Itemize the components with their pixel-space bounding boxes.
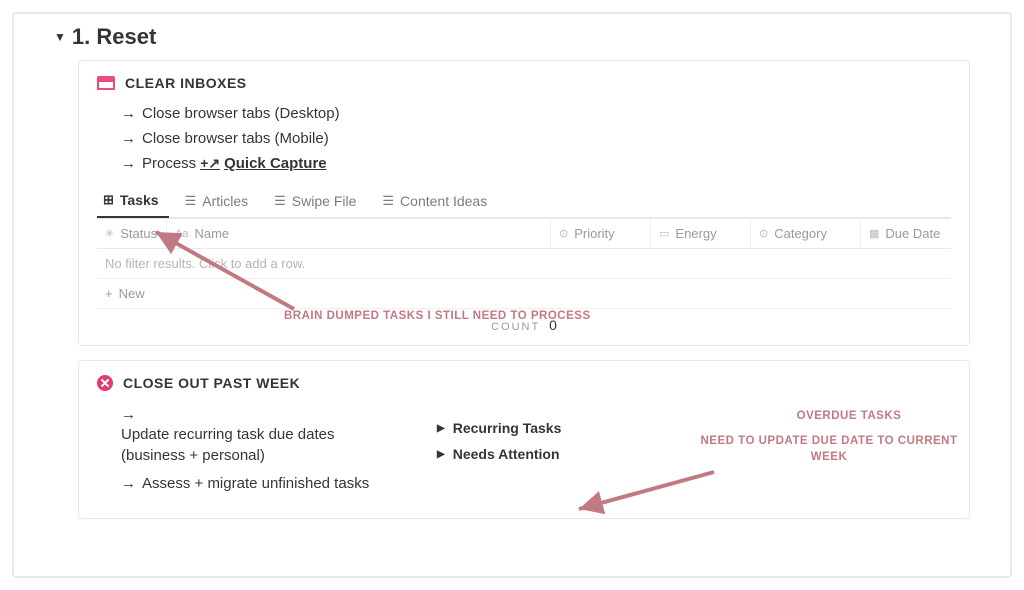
column-label: Energy xyxy=(675,226,716,241)
annotation-update-due: NEED TO UPDATE DUE DATE TO CURRENT WEEK xyxy=(694,434,964,465)
select-icon: ⊙ xyxy=(559,227,568,240)
tab-content-ideas[interactable]: ☰ Content Ideas xyxy=(376,187,497,217)
new-label: New xyxy=(119,286,145,301)
database-tabs: ⊞ Tasks ☰ Articles ☰ Swipe File ☰ Conten… xyxy=(97,186,951,218)
clear-inboxes-title: CLEAR INBOXES xyxy=(125,75,247,91)
triangle-right-icon: ▶ xyxy=(437,423,445,434)
step-text: Process xyxy=(142,155,196,172)
arrow-right-icon: → xyxy=(121,474,136,494)
column-priority[interactable]: ⊙ Priority xyxy=(551,219,651,248)
calendar-icon: ▦ xyxy=(869,227,879,240)
close-circle-icon xyxy=(97,375,113,391)
arrow-right-icon: → xyxy=(121,155,136,172)
annotation-brain-dump: BRAIN DUMPED TASKS I STILL NEED TO PROCE… xyxy=(284,309,591,325)
caret-down-icon: ▼ xyxy=(54,30,66,44)
column-label: Priority xyxy=(574,226,614,241)
step-text: Assess + migrate unfinished tasks xyxy=(142,474,369,494)
column-label: Due Date xyxy=(885,226,940,241)
triangle-right-icon: ▶ xyxy=(437,449,445,460)
arrow-right-icon: → xyxy=(121,405,136,425)
step-item: → Close browser tabs (Desktop) xyxy=(121,101,951,126)
close-out-header: CLOSE OUT PAST WEEK xyxy=(97,375,951,391)
list-icon: ☰ xyxy=(382,193,394,209)
column-status[interactable]: ✳ Status xyxy=(97,219,167,248)
toggle-label: Recurring Tasks xyxy=(453,420,562,436)
step-item: → Assess + migrate unfinished tasks xyxy=(121,470,397,498)
list-icon: ☰ xyxy=(274,193,286,209)
tab-tasks[interactable]: ⊞ Tasks xyxy=(97,186,169,218)
table-header-row: ✳ Status Aa Name ⊙ Priority ▭ Energy ⊙ Catego… xyxy=(97,218,951,249)
clear-inboxes-header: CLEAR INBOXES xyxy=(97,75,951,91)
clear-inboxes-steps: → Close browser tabs (Desktop) → Close b… xyxy=(121,101,951,176)
quick-capture-label: Quick Capture xyxy=(224,155,327,172)
recurring-tasks-toggle[interactable]: ▶ Recurring Tasks xyxy=(437,415,637,441)
toggle-label: Needs Attention xyxy=(453,446,560,462)
step-text: Close browser tabs (Mobile) xyxy=(142,130,329,147)
column-due-date[interactable]: ▦ Due Date xyxy=(861,219,951,248)
column-name[interactable]: Aa Name xyxy=(167,219,551,248)
tab-articles[interactable]: ☰ Articles xyxy=(179,187,259,217)
close-out-title: CLOSE OUT PAST WEEK xyxy=(123,375,300,391)
tab-swipe-file[interactable]: ☰ Swipe File xyxy=(268,187,366,217)
step-text: Close browser tabs (Desktop) xyxy=(142,105,340,122)
close-out-steps: → Update recurring task due dates (busin… xyxy=(121,401,397,498)
needs-attention-toggle[interactable]: ▶ Needs Attention xyxy=(437,441,637,467)
step-item: → Close browser tabs (Mobile) xyxy=(121,126,951,151)
column-label: Name xyxy=(194,226,229,241)
step-item: → Process +↗ Quick Capture xyxy=(121,151,951,176)
column-label: Category xyxy=(774,226,827,241)
text-icon: Aa xyxy=(175,228,188,240)
section-title: 1. Reset xyxy=(72,24,156,50)
table-icon: ⊞ xyxy=(103,192,114,208)
new-row-button[interactable]: + New xyxy=(97,279,951,309)
column-category[interactable]: ⊙ Category xyxy=(751,219,861,248)
annotation-overdue: OVERDUE TASKS xyxy=(734,409,964,425)
list-icon: ☰ xyxy=(185,193,197,209)
arrow-right-icon: → xyxy=(121,105,136,122)
inbox-icon xyxy=(97,76,115,90)
tab-label: Articles xyxy=(202,193,248,209)
battery-icon: ▭ xyxy=(659,227,669,240)
arrow-right-icon: → xyxy=(121,130,136,147)
clear-inboxes-card: CLEAR INBOXES → Close browser tabs (Desk… xyxy=(78,60,970,346)
select-icon: ⊙ xyxy=(759,227,768,240)
step-item: → Update recurring task due dates (busin… xyxy=(121,401,397,470)
section-toggle-header[interactable]: ▼ 1. Reset xyxy=(54,24,970,50)
tab-label: Content Ideas xyxy=(400,193,487,209)
status-icon: ✳ xyxy=(105,227,114,240)
tab-label: Tasks xyxy=(120,192,159,208)
plus-arrow-icon: +↗ xyxy=(200,155,220,172)
column-label: Status xyxy=(120,226,157,241)
step-text: Update recurring task due dates (busines… xyxy=(121,425,397,466)
plus-icon: + xyxy=(105,286,113,301)
column-energy[interactable]: ▭ Energy xyxy=(651,219,751,248)
quick-capture-link[interactable]: +↗ Quick Capture xyxy=(200,155,326,172)
tab-label: Swipe File xyxy=(292,193,357,209)
empty-state-row[interactable]: No filter results. Click to add a row. xyxy=(97,249,951,279)
